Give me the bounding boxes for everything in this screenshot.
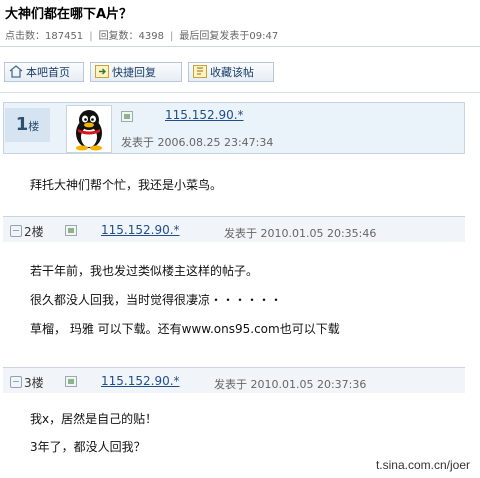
separator: | bbox=[170, 31, 174, 42]
post-time: 发表于 2010.01.05 20:37:36 bbox=[214, 378, 367, 391]
favorite-thread-button[interactable]: 收藏该帖 bbox=[188, 62, 274, 82]
poster-ip[interactable]: 115.152.90.* bbox=[101, 223, 180, 237]
floor-number: 3楼 bbox=[10, 374, 44, 391]
collapse-icon[interactable] bbox=[10, 225, 22, 237]
forum-home-button[interactable]: 本吧首页 bbox=[4, 62, 84, 82]
post-time: 发表于 2010.01.05 20:35:46 bbox=[224, 227, 377, 240]
replies-count: 回复数：4398 bbox=[98, 31, 165, 42]
bookmark-icon bbox=[193, 65, 207, 78]
home-icon bbox=[9, 65, 23, 78]
poster-ip[interactable]: 115.152.90.* bbox=[165, 108, 244, 122]
forum-home-label: 本吧首页 bbox=[26, 66, 70, 79]
last-reply-time: 最后回复发表于09:47 bbox=[179, 31, 279, 42]
user-image-icon[interactable] bbox=[65, 225, 77, 236]
post-body-line: 我x，居然是自己的贴！ bbox=[30, 412, 158, 426]
collapse-icon[interactable] bbox=[10, 376, 22, 388]
penguin-avatar-icon bbox=[76, 110, 102, 151]
divider bbox=[0, 46, 480, 47]
reply-arrow-icon bbox=[95, 65, 109, 78]
post-body-line: 3年了，都没人回我？ bbox=[30, 440, 146, 454]
quick-reply-label: 快捷回复 bbox=[112, 66, 156, 79]
post-body-line: 拜托大神们帮个忙，我还是小菜鸟。 bbox=[30, 178, 223, 192]
floor-number: 2楼 bbox=[10, 223, 44, 240]
post-body-line: 很久都没人回我，当时觉得很凄凉・・・・・・ bbox=[30, 293, 283, 307]
post-body-line: 若干年前，我也发过类似楼主这样的帖子。 bbox=[30, 264, 259, 278]
separator: | bbox=[89, 31, 93, 42]
post-time: 发表于 2006.08.25 23:47:34 bbox=[121, 136, 274, 149]
poster-ip[interactable]: 115.152.90.* bbox=[101, 374, 180, 388]
thread-title: 大神们都在哪下A片？ bbox=[5, 7, 133, 22]
floor-number: 1楼 bbox=[5, 108, 50, 142]
watermark: t.sina.com.cn/joer bbox=[375, 458, 470, 472]
avatar[interactable] bbox=[66, 105, 112, 153]
divider bbox=[0, 92, 480, 93]
user-image-icon[interactable] bbox=[121, 111, 133, 122]
post-body-line: 草榴， 玛雅 可以下载。还有www.ons95.com也可以下载 bbox=[30, 322, 340, 336]
favorite-thread-label: 收藏该帖 bbox=[210, 66, 254, 79]
thread-stats: 点击数：187451 | 回复数：4398 | 最后回复发表于09:47 bbox=[5, 27, 278, 42]
quick-reply-button[interactable]: 快捷回复 bbox=[90, 62, 182, 82]
user-image-icon[interactable] bbox=[65, 376, 77, 387]
views-count: 点击数：187451 bbox=[5, 31, 84, 42]
